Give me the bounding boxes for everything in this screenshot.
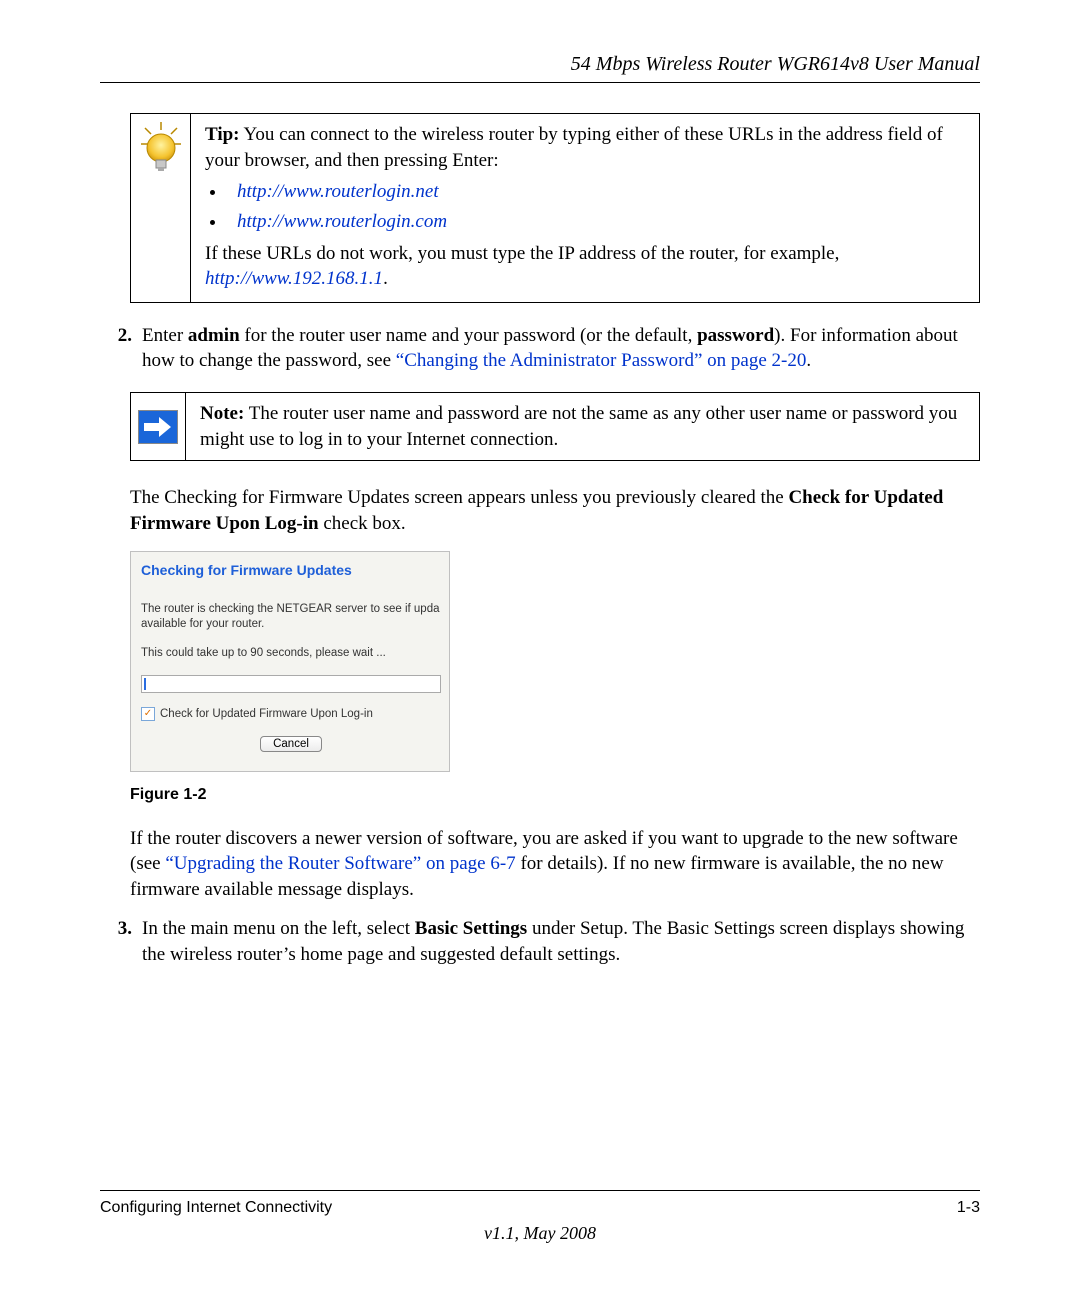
firmware-panel-title: Checking for Firmware Updates [141,562,441,578]
step2-admin: admin [188,325,240,346]
step-number: 2. [100,323,142,374]
firmware-panel: Checking for Firmware Updates The router… [130,551,450,772]
firmware-checkbox[interactable]: ✓ [141,707,155,721]
step2-text2: for the router user name and your passwo… [240,325,697,346]
tip-label: Tip: [205,124,240,145]
step2-text: Enter [142,325,188,346]
tip-url-list: http://www.routerlogin.net http://www.ro… [227,179,965,234]
crossref-upgrade-software[interactable]: “Upgrading the Router Software” on page … [165,853,515,874]
firmware-panel-text1: The router is checking the NETGEAR serve… [141,602,441,632]
header-rule [100,82,980,83]
tip-icon-cell [131,114,191,302]
figure-firmware-panel: Checking for Firmware Updates The router… [130,551,980,772]
step2-password: password [697,325,774,346]
footer-rule [100,1190,980,1191]
step-number: 3. [100,916,142,967]
tip-callout: Tip: You can connect to the wireless rou… [130,113,980,303]
note-callout: Note: The router user name and password … [130,392,980,461]
page-footer: Configuring Internet Connectivity 1-3 v1… [100,1190,980,1244]
footer-page-number: 1-3 [957,1199,980,1217]
tip-ip-link[interactable]: http://www.192.168.1.1 [205,268,383,289]
crossref-change-password[interactable]: “Changing the Administrator Password” on… [396,350,807,371]
footer-version: v1.1, May 2008 [100,1223,980,1244]
firmware-checkbox-label: Check for Updated Firmware Upon Log-in [160,708,373,720]
step2-text4: . [806,350,811,371]
step-2: 2. Enter admin for the router user name … [100,323,980,374]
firmware-panel-text2: This could take up to 90 seconds, please… [141,646,441,661]
footer-section: Configuring Internet Connectivity [100,1199,332,1217]
step3-text1: In the main menu on the left, select [142,918,415,939]
progress-bar [141,675,441,693]
note-text: The router user name and password are no… [200,403,957,450]
tip-link-1[interactable]: http://www.routerlogin.net [237,181,439,202]
tip-followup-text: If these URLs do not work, you must type… [205,243,839,264]
step-3: 3. In the main menu on the left, select … [100,916,980,967]
step3-basic-settings: Basic Settings [415,918,527,939]
tip-followup-end: . [383,268,388,289]
document-header-title: 54 Mbps Wireless Router WGR614v8 User Ma… [100,53,980,76]
para-check-text2: check box. [319,513,406,534]
note-label: Note: [200,403,244,424]
note-icon-cell [131,393,186,460]
figure-caption: Figure 1-2 [130,786,980,804]
arrow-right-icon [138,410,178,444]
tip-content: Tip: You can connect to the wireless rou… [191,114,979,302]
cancel-button[interactable]: Cancel [260,736,322,752]
lightbulb-icon [137,120,184,178]
para-check-text1: The Checking for Firmware Updates screen… [130,487,788,508]
tip-link-2[interactable]: http://www.routerlogin.com [237,211,447,232]
tip-intro-text: You can connect to the wireless router b… [205,124,943,171]
